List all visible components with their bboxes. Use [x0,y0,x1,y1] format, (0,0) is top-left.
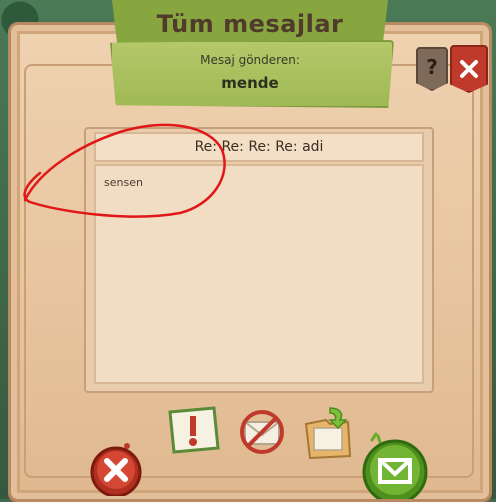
close-icon [460,60,478,78]
help-icon: ? [426,55,438,79]
archive-button[interactable] [300,402,356,460]
message-subject: Re: Re: Re: Re: adi [94,132,424,162]
sender-name[interactable]: mende [110,74,390,92]
sender-label: Mesaj gönderen: [200,53,300,67]
block-button[interactable] [235,408,289,456]
archive-icon [304,407,352,460]
block-icon [240,410,284,454]
help-button[interactable]: ? [416,47,448,91]
reply-icon [362,432,428,499]
reply-button[interactable] [358,430,432,499]
close-button[interactable] [450,45,488,93]
delete-button[interactable] [82,438,150,496]
message-body-area [94,164,424,384]
report-icon [168,406,220,454]
delete-icon [90,443,142,496]
message-body-text: sensen [104,176,143,189]
window-title: Tüm mesajlar [156,10,344,38]
report-button[interactable] [164,406,222,456]
